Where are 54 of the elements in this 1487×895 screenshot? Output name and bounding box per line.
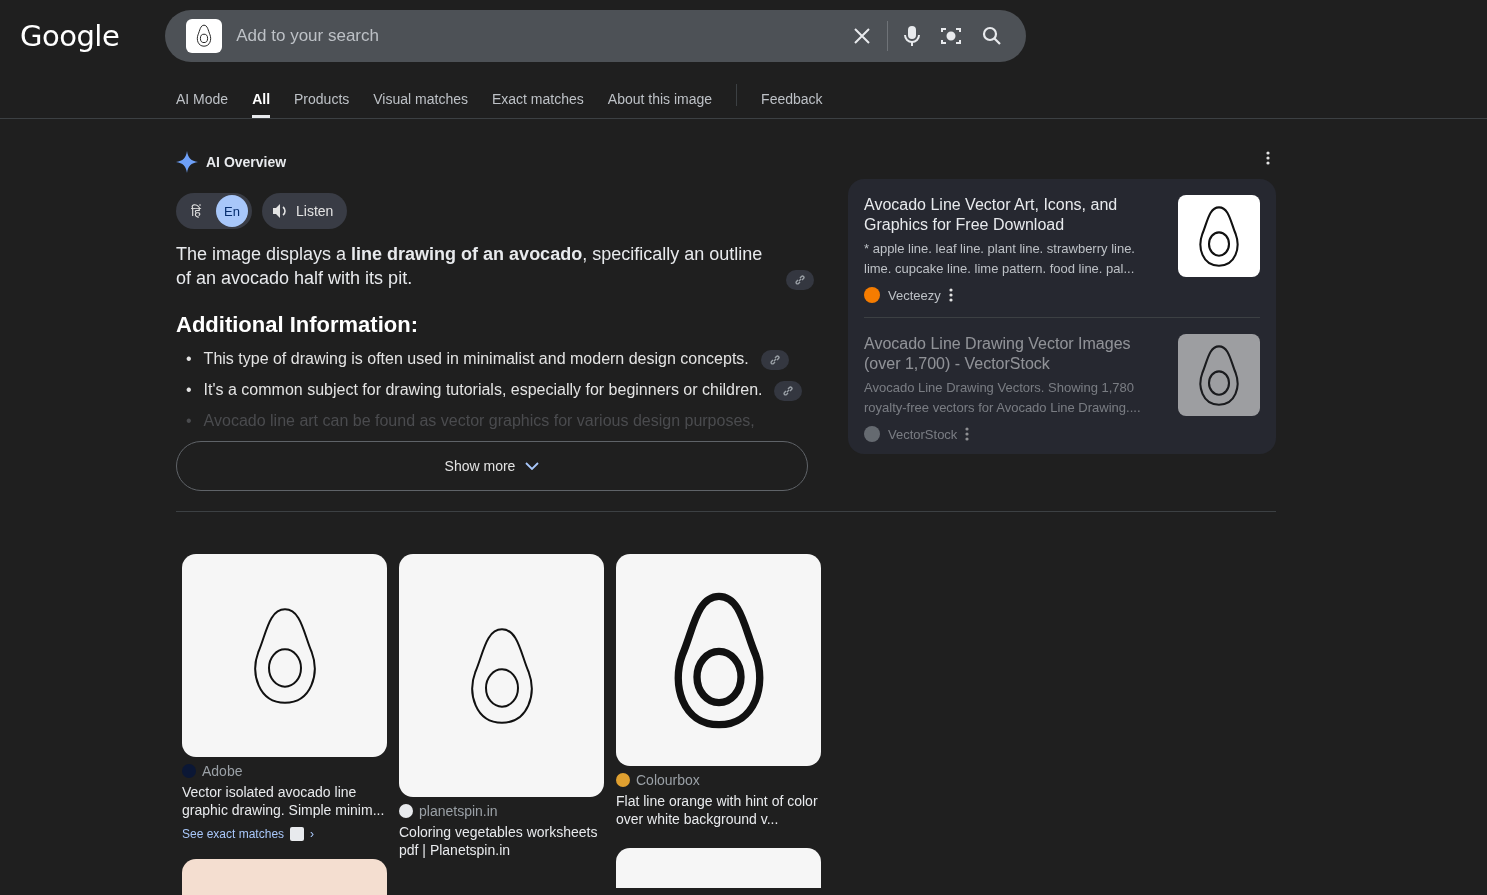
avocado-drawing — [195, 24, 214, 48]
listen-button[interactable]: Listen — [262, 193, 348, 229]
result-image[interactable] — [616, 554, 821, 766]
summary-text: The image displays a line drawing of an avocado, specifically an outline of an avocado half with its pit. — [176, 243, 764, 290]
more-options-icon[interactable] — [948, 288, 953, 302]
source-title[interactable]: Avocado Line Vector Art, Icons, and Graphics for Free Download — [864, 195, 1164, 235]
show-more-button[interactable]: Show more — [176, 441, 808, 491]
tab[interactable]: About this image — [607, 91, 713, 118]
bullet-marker: • — [186, 411, 192, 431]
site-name: VectorStock — [888, 426, 958, 442]
site-name: planetspin.in — [419, 803, 498, 819]
site-name: Colourbox — [636, 772, 700, 788]
site-logo-icon — [864, 426, 880, 442]
language-toggle[interactable]: हिं En — [176, 193, 252, 229]
more-options-icon[interactable] — [1266, 151, 1270, 165]
language-option[interactable]: En — [216, 195, 248, 227]
result-title[interactable]: Coloring vegetables worksheets pdf | Planetspin.in — [399, 823, 604, 859]
tab[interactable]: All — [252, 91, 271, 118]
site-name: Vecteezy — [888, 287, 941, 303]
bullet-text: It's a common subject for drawing tutorials, especially for beginners or children. — [203, 380, 763, 400]
source-thumbnail[interactable] — [1178, 334, 1260, 416]
link-icon[interactable] — [786, 270, 814, 290]
link-icon[interactable] — [760, 350, 789, 370]
bullet-marker: • — [186, 349, 192, 369]
site-name: Adobe — [202, 763, 243, 779]
bullet-marker: • — [186, 380, 192, 400]
tab[interactable]: Feedback — [761, 91, 823, 118]
link-icon[interactable] — [774, 381, 803, 401]
tab[interactable]: Exact matches — [491, 91, 584, 118]
bullet-text: This type of drawing is often used in minimalist and modern design concepts. — [203, 349, 749, 369]
tab[interactable]: AI Mode — [176, 91, 229, 118]
image-thumbnail[interactable] — [186, 19, 223, 53]
result-title[interactable]: Vector isolated avocado line graphic drawing. Simple minim... — [182, 783, 387, 819]
search-field[interactable]: Add to your search — [165, 10, 1027, 62]
result-title[interactable]: Flat line orange with hint of color over white background v... — [616, 792, 821, 828]
see-exact-matches-link[interactable]: See exact matches › — [182, 827, 387, 841]
source-snippet: * apple line. leaf line. plant line. strawberry line. lime. cupcake line. lime pattern. food line. pal... — [864, 240, 1136, 278]
site-logo-icon — [399, 804, 413, 818]
section-heading: Additional Information: — [176, 312, 419, 338]
search-input[interactable]: Add to your search — [234, 25, 838, 47]
tab[interactable]: Products — [294, 91, 350, 118]
language-option[interactable]: हिं — [180, 195, 212, 227]
chevron-down-icon — [525, 462, 540, 470]
tab[interactable]: Visual matches — [373, 91, 468, 118]
site-logo-icon — [864, 287, 880, 303]
sparkle-icon — [176, 151, 198, 173]
section-title: AI Overview — [206, 154, 287, 170]
source-thumbnail[interactable] — [1178, 195, 1260, 277]
site-logo-icon — [616, 773, 630, 787]
source-snippet: Avocado Line Drawing Vectors. Showing 1,780 royalty-free vectors for Avocado Line Drawing.... — [864, 379, 1142, 417]
chevron-right: › — [310, 827, 315, 841]
source-title[interactable]: Avocado Line Drawing Vector Images (over 1,700) - VectorStock — [864, 334, 1164, 374]
speaker-icon — [272, 203, 288, 219]
google-logo[interactable]: Google — [20, 19, 120, 53]
